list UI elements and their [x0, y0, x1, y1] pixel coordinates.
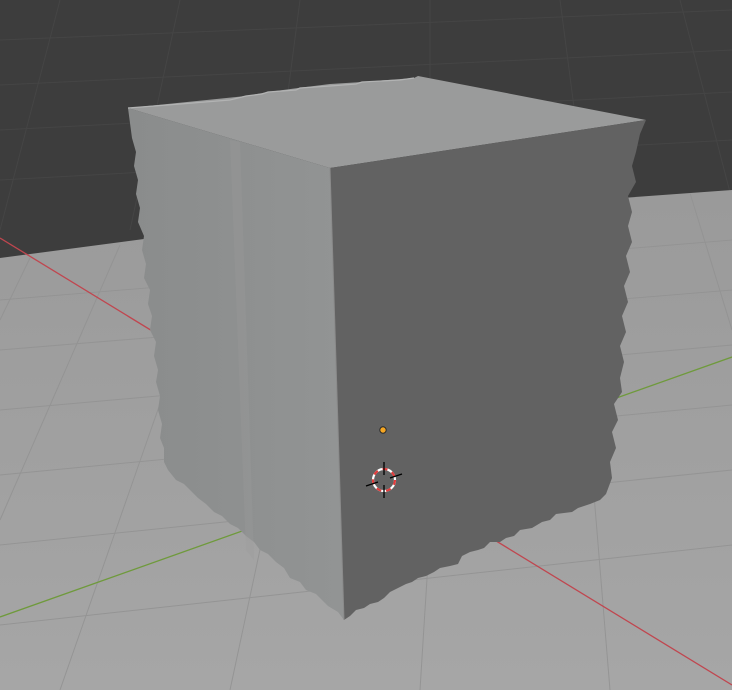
- object-origin-marker[interactable]: [379, 426, 387, 434]
- 3d-viewport[interactable]: [0, 0, 732, 690]
- viewport-canvas[interactable]: [0, 0, 732, 690]
